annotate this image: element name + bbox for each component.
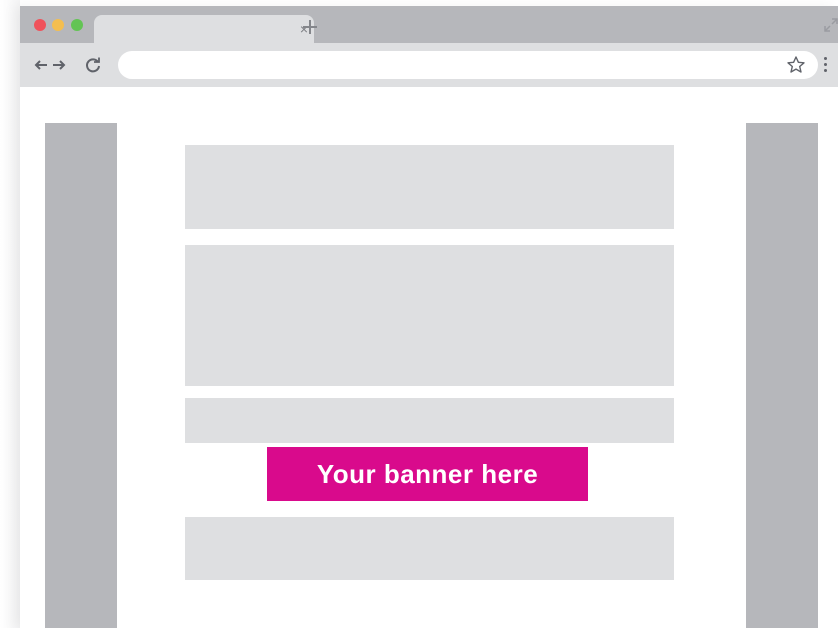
browser-toolbar: [20, 43, 838, 87]
star-icon[interactable]: [786, 55, 806, 75]
content-block-3: [185, 398, 674, 443]
left-sidebar-placeholder: [45, 123, 117, 628]
address-bar[interactable]: [118, 51, 818, 79]
right-sidebar-placeholder: [746, 123, 818, 628]
kebab-menu-icon[interactable]: [824, 57, 830, 75]
browser-tab[interactable]: ×: [94, 15, 314, 43]
content-block-2: [185, 245, 674, 386]
banner-ad[interactable]: Your banner here: [267, 447, 588, 501]
left-shadow: [0, 0, 20, 628]
close-window-button[interactable]: [34, 19, 46, 31]
reload-icon[interactable]: [84, 56, 102, 74]
content-block-1: [185, 145, 674, 229]
minimize-window-button[interactable]: [52, 19, 64, 31]
content-block-4: [185, 517, 674, 580]
arrow-left-icon[interactable]: [32, 56, 50, 74]
plus-icon[interactable]: [302, 19, 318, 35]
expand-icon[interactable]: [824, 18, 838, 32]
browser-window: × Your banner here: [20, 6, 838, 628]
page-content: Your banner here: [20, 87, 838, 628]
maximize-window-button[interactable]: [71, 19, 83, 31]
page: × Your banner here: [0, 0, 838, 628]
tab-bar: ×: [20, 6, 838, 43]
arrow-right-icon[interactable]: [50, 56, 68, 74]
